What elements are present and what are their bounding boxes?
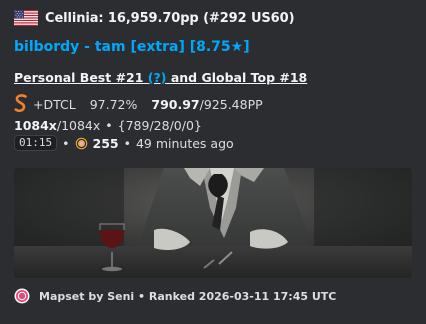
beatmap-background-image[interactable] xyxy=(14,168,412,278)
score-embed: Cellinia: 16,959.70pp (#292 US60) bilbor… xyxy=(0,0,426,324)
author-row: Cellinia: 16,959.70pp (#292 US60) xyxy=(14,8,295,28)
personal-best-help-link[interactable]: (?) xyxy=(148,70,167,85)
grade-s-icon xyxy=(14,94,27,113)
beatmap-background-art xyxy=(14,168,412,278)
score-stats-row: +DTCL 97.72% 790.97/925.48PP xyxy=(14,93,263,115)
max-combo: /1084x xyxy=(56,117,101,133)
separator-dot: • xyxy=(105,117,113,133)
footer-text: Mapset by Seni • Ranked 2026-03-11 17:45… xyxy=(39,289,337,303)
accuracy-value: 97.72% xyxy=(89,96,138,112)
bpm-value: 255 xyxy=(92,135,119,151)
personal-best-prefix: Personal Best #21 xyxy=(14,70,148,85)
us-flag-icon xyxy=(14,10,38,26)
footer-row: Mapset by Seni • Ranked 2026-03-11 17:45… xyxy=(14,287,336,305)
mods-label: +DTCL xyxy=(33,96,76,112)
separator-dot: • xyxy=(123,135,131,151)
pp-value: 790.97 xyxy=(151,96,200,112)
combo-row: 1084x/1084x • {789/28/0/0} xyxy=(14,117,202,133)
length-code: 01:15 xyxy=(14,135,58,151)
osu-mode-icon xyxy=(75,137,87,149)
time-ago: 49 minutes ago xyxy=(135,135,234,151)
personal-best-line: Personal Best #21 (?) and Global Top #18 xyxy=(14,70,307,85)
pp-max: /925.48PP xyxy=(199,96,263,112)
separator-dot: • xyxy=(62,135,70,151)
hit-counts: {789/28/0/0} xyxy=(117,117,202,133)
global-top-text: and Global Top #18 xyxy=(166,70,308,85)
map-info-row: 01:15 • 255 • 49 minutes ago xyxy=(14,135,234,151)
beatmap-title-link[interactable]: bilbordy - tam [extra] [8.75★] xyxy=(14,39,250,55)
osu-logo-icon xyxy=(14,288,30,304)
combo-value: 1084x xyxy=(14,117,57,133)
author-name[interactable]: Cellinia: 16,959.70pp (#292 US60) xyxy=(45,11,295,26)
